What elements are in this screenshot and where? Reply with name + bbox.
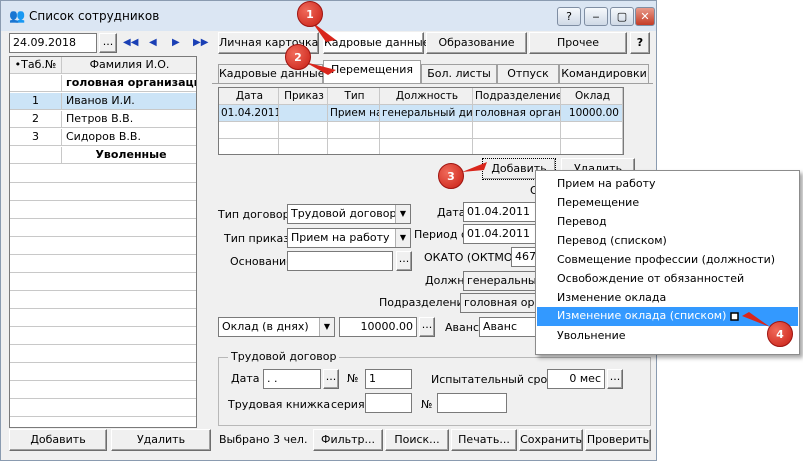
callout-badge-1: 1	[297, 1, 323, 27]
callout-arrow-3	[462, 162, 487, 172]
callout-arrow-4	[742, 312, 770, 327]
mouse-cursor-icon	[730, 312, 739, 321]
callout-arrow-2	[305, 62, 336, 75]
callout-badge-2: 2	[285, 44, 311, 70]
callout-badge-4: 4	[767, 321, 793, 347]
callout-arrows	[305, 22, 770, 327]
callout-badge-3: 3	[438, 163, 464, 189]
